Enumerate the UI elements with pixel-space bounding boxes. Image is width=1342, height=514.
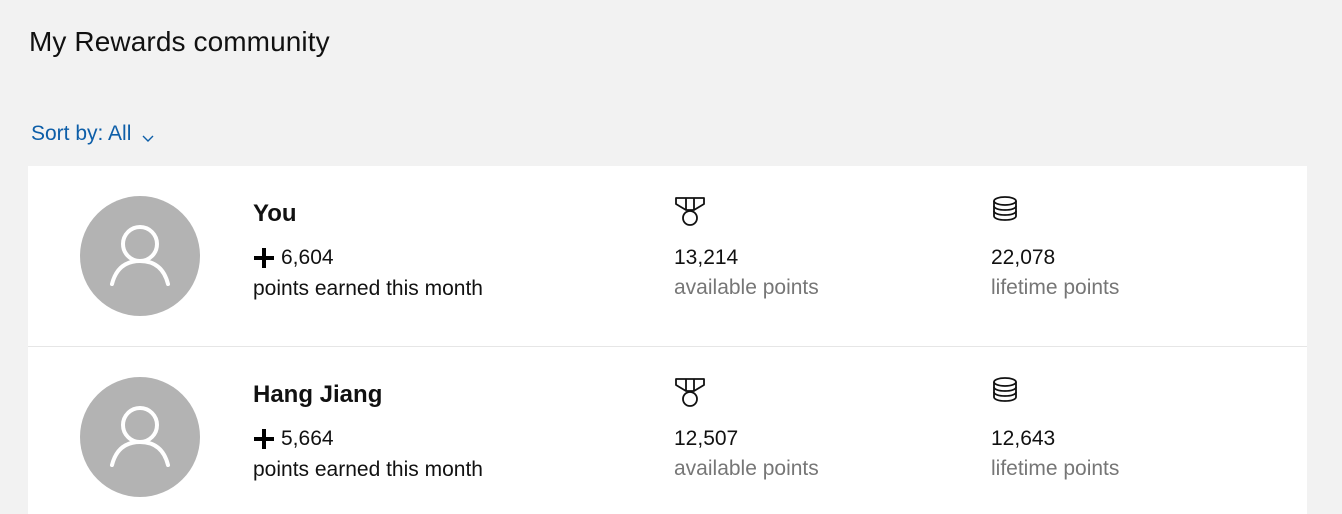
sort-dropdown[interactable]: Sort by: All [31, 122, 155, 146]
lifetime-points-label: lifetime points [991, 457, 1120, 480]
lifetime-points-value: 12,643 [991, 427, 1056, 450]
available-points-label: available points [674, 457, 819, 480]
earned-value: 6,604 [281, 246, 334, 269]
medal-icon [674, 195, 706, 227]
earned-value: 5,664 [281, 427, 334, 450]
person-icon [110, 406, 170, 467]
available-points-value: 12,507 [674, 427, 739, 450]
list-item[interactable]: You 6,604 points earned this month 13,21… [28, 166, 1307, 347]
lifetime-points-value: 22,078 [991, 246, 1056, 269]
plus-icon [253, 247, 275, 269]
member-name: Hang Jiang [253, 381, 383, 408]
list-item[interactable]: Hang Jiang 5,664 points earned this mont… [28, 347, 1307, 514]
medal-icon [674, 376, 706, 408]
available-points-value: 13,214 [674, 246, 739, 269]
lifetime-points-label: lifetime points [991, 276, 1120, 299]
available-points-label: available points [674, 276, 819, 299]
member-name: You [253, 200, 297, 227]
coins-stack-icon [991, 376, 1023, 408]
avatar [80, 196, 200, 316]
page-title: My Rewards community [29, 26, 330, 57]
person-icon [110, 225, 170, 286]
community-list: You 6,604 points earned this month 13,21… [28, 166, 1307, 514]
earned-label: points earned this month [253, 458, 483, 481]
plus-icon [253, 428, 275, 450]
coins-stack-icon [991, 195, 1023, 227]
earned-this-month: 5,664 [253, 427, 334, 451]
chevron-down-icon [141, 127, 155, 142]
rewards-community-page: My Rewards community Sort by: All You 6,… [0, 0, 1342, 514]
earned-this-month: 6,604 [253, 246, 334, 270]
sort-label: Sort by: All [31, 122, 132, 145]
avatar [80, 377, 200, 497]
earned-label: points earned this month [253, 277, 483, 300]
